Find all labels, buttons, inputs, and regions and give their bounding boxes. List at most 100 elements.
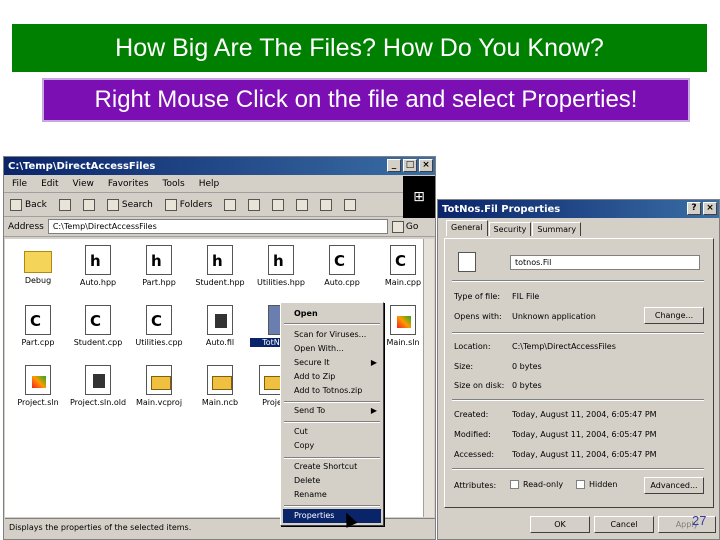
type-label: Type of file: <box>454 292 501 301</box>
cancel-button[interactable]: Cancel <box>594 516 654 533</box>
apply-button[interactable]: Apply <box>658 516 716 533</box>
divider <box>452 280 704 282</box>
back-button[interactable]: Back <box>10 198 47 211</box>
windows-logo-icon: ⊞ <box>403 176 435 218</box>
menu-item-cut[interactable]: Cut <box>283 425 381 439</box>
header-file-icon: h <box>85 245 111 275</box>
close-button[interactable]: × <box>419 159 433 172</box>
undo-icon <box>320 198 333 211</box>
menu-item-open-with[interactable]: Open With... <box>283 342 381 356</box>
file-item[interactable]: h Student.hpp <box>189 245 251 287</box>
file-item[interactable]: Main.vcproj <box>128 365 190 407</box>
attributes-label: Attributes: <box>454 481 497 490</box>
address-label: Address <box>8 221 44 232</box>
menu-item-copy[interactable]: Copy <box>283 439 381 453</box>
file-item[interactable]: h Part.hpp <box>128 245 190 287</box>
back-arrow-icon <box>10 198 22 211</box>
menu-item-send-to[interactable]: Send To ▶ <box>283 404 381 418</box>
file-item[interactable]: h Utilities.hpp <box>250 245 312 287</box>
tab-summary[interactable]: Summary <box>532 222 582 236</box>
header-file-icon: h <box>146 245 172 275</box>
go-label: Go <box>405 221 419 232</box>
menu-item-properties[interactable]: Properties <box>283 509 381 523</box>
folders-button[interactable]: Folders <box>164 198 212 211</box>
file-item[interactable]: Project.sln <box>7 365 69 407</box>
cpp-file-icon: C <box>146 305 172 335</box>
file-item[interactable]: C Auto.cpp <box>311 245 373 287</box>
file-type-icon <box>458 252 476 272</box>
menu-item-open[interactable]: Open <box>283 307 381 321</box>
delete-icon <box>296 198 309 211</box>
divider <box>452 332 704 334</box>
menu-item-secure-it[interactable]: Secure It ▶ <box>283 356 381 370</box>
history-button[interactable] <box>224 198 237 211</box>
checkbox-box <box>510 480 519 489</box>
undo-button[interactable] <box>320 198 333 211</box>
size-on-disk-label: Size on disk: <box>454 381 505 390</box>
cpp-file-icon: C <box>329 245 355 275</box>
menu-item-delete[interactable]: Delete <box>283 474 381 488</box>
header-file-icon: h <box>268 245 294 275</box>
go-arrow-icon <box>391 220 404 233</box>
file-item[interactable]: C Student.cpp <box>67 305 129 347</box>
menu-item-add-to-zip[interactable]: Add to Zip <box>283 370 381 384</box>
size-on-disk-value: 0 bytes <box>512 381 542 390</box>
location-label: Location: <box>454 342 491 351</box>
menu-tools[interactable]: Tools <box>163 179 185 189</box>
forward-button[interactable] <box>58 198 71 211</box>
copy-to-button[interactable] <box>272 198 285 211</box>
minimize-button[interactable]: _ <box>387 159 401 172</box>
ok-button[interactable]: OK <box>530 516 590 533</box>
file-item[interactable]: Project.sln.old <box>67 365 129 407</box>
folders-icon <box>164 198 177 211</box>
search-button[interactable]: Search <box>106 198 153 211</box>
file-name-input[interactable]: totnos.Fil <box>510 255 700 270</box>
menu-separator <box>284 421 380 423</box>
file-item[interactable]: C Part.cpp <box>7 305 69 347</box>
modified-label: Modified: <box>454 430 491 439</box>
advanced-button[interactable]: Advanced... <box>644 477 704 494</box>
file-item[interactable]: Debug <box>7 245 69 285</box>
menu-favorites[interactable]: Favorites <box>108 179 149 189</box>
menu-bar: File Edit View Favorites Tools Help <box>4 175 435 193</box>
menu-item-rename[interactable]: Rename <box>283 488 381 502</box>
explorer-titlebar[interactable]: C:\Temp\DirectAccessFiles _ □ × <box>4 157 435 175</box>
menu-item-scan[interactable]: Scan for Viruses... <box>283 328 381 342</box>
menu-view[interactable]: View <box>73 179 94 189</box>
views-icon <box>344 198 357 211</box>
copy-to-icon <box>272 198 285 211</box>
move-to-button[interactable] <box>248 198 261 211</box>
hidden-label: Hidden <box>589 480 618 489</box>
menu-item-add-to-totnos-zip[interactable]: Add to Totnos.zip <box>283 384 381 398</box>
menu-separator <box>284 457 380 459</box>
delete-button[interactable] <box>296 198 309 211</box>
menu-edit[interactable]: Edit <box>41 179 58 189</box>
file-item[interactable]: C Utilities.cpp <box>128 305 190 347</box>
exe-file-icon <box>85 365 111 395</box>
file-item[interactable]: h Auto.hpp <box>67 245 129 287</box>
cpp-file-icon: C <box>85 305 111 335</box>
readonly-checkbox[interactable]: Read-only <box>510 480 563 489</box>
project-file-icon <box>146 365 172 395</box>
help-button[interactable]: ? <box>687 202 701 215</box>
created-label: Created: <box>454 410 489 419</box>
menu-help[interactable]: Help <box>199 179 220 189</box>
tab-security[interactable]: Security <box>488 222 532 236</box>
folder-icon <box>24 251 52 273</box>
go-button[interactable]: Go <box>391 220 419 233</box>
tab-general[interactable]: General <box>446 220 488 236</box>
address-input[interactable]: C:\Temp\DirectAccessFiles <box>47 219 388 234</box>
close-button[interactable]: × <box>703 202 717 215</box>
location-value: C:\Temp\DirectAccessFiles <box>512 342 616 351</box>
menu-file[interactable]: File <box>12 179 27 189</box>
file-item[interactable]: Auto.fil <box>189 305 251 347</box>
menu-item-create-shortcut[interactable]: Create Shortcut <box>283 460 381 474</box>
change-button[interactable]: Change... <box>644 307 704 324</box>
views-button[interactable] <box>344 198 357 211</box>
hidden-checkbox[interactable]: Hidden <box>576 480 617 489</box>
maximize-button[interactable]: □ <box>403 159 417 172</box>
up-button[interactable] <box>82 198 95 211</box>
properties-titlebar[interactable]: TotNos.Fil Properties ? × <box>438 200 719 218</box>
context-menu: Open Scan for Viruses... Open With... Se… <box>280 302 384 526</box>
vertical-scrollbar[interactable] <box>423 239 434 517</box>
